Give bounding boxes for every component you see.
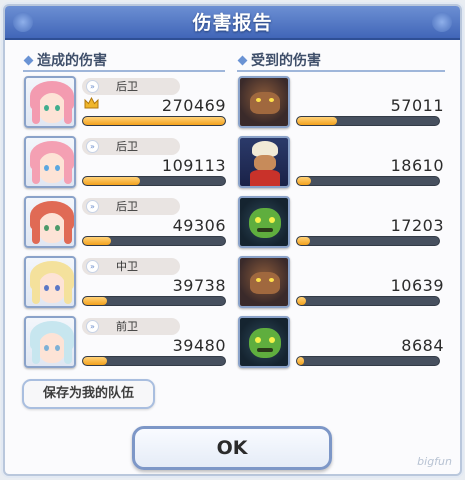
- dealt-damage-label: 造成的伤害: [37, 53, 107, 69]
- damage-bar: [296, 296, 440, 306]
- damage-bar-fill: [297, 237, 310, 245]
- enemy-portrait[interactable]: [238, 76, 290, 128]
- damage-bar-fill: [297, 357, 305, 365]
- received-damage-label: 受到的伤害: [251, 53, 321, 69]
- received-row-5: 8684: [238, 316, 446, 370]
- dialog-title: 伤害报告: [5, 6, 460, 40]
- received-row-1: 57011: [238, 76, 446, 130]
- damage-bar: [82, 176, 226, 186]
- damage-bar: [296, 356, 440, 366]
- role-badge: » 后卫: [82, 78, 180, 95]
- damage-bar-fill: [83, 117, 225, 125]
- damage-bar: [82, 236, 226, 246]
- character-portrait[interactable]: [24, 316, 76, 368]
- damage-report-dialog: 伤害报告 造成的伤害 受到的伤害 » 后卫 270469 » 后卫 109113 »…: [3, 4, 462, 476]
- dealt-row-5: » 前卫 39480: [24, 316, 226, 370]
- damage-bar-fill: [83, 177, 140, 185]
- damage-bar: [82, 116, 226, 126]
- character-portrait[interactable]: [24, 76, 76, 128]
- role-label: 后卫: [116, 80, 138, 93]
- enemy-portrait[interactable]: [238, 256, 290, 308]
- diamond-icon: [237, 55, 248, 65]
- damage-value: 10639: [390, 276, 444, 295]
- damage-bar: [296, 176, 440, 186]
- dealt-row-2: » 后卫 109113: [24, 136, 226, 190]
- enemy-portrait[interactable]: [238, 316, 290, 368]
- received-row-2: 18610: [238, 136, 446, 190]
- chevron-icon: »: [86, 320, 99, 333]
- damage-value: 17203: [390, 216, 444, 235]
- damage-bar-fill: [83, 357, 108, 365]
- chevron-icon: »: [86, 140, 99, 153]
- damage-value: 39738: [172, 276, 226, 295]
- role-badge: » 后卫: [82, 198, 180, 215]
- damage-bar-fill: [297, 117, 337, 125]
- role-badge: » 中卫: [82, 258, 180, 275]
- damage-value: 109113: [161, 156, 226, 175]
- received-row-3: 17203: [238, 196, 446, 250]
- received-row-4: 10639: [238, 256, 446, 310]
- character-portrait[interactable]: [24, 196, 76, 248]
- character-portrait[interactable]: [24, 136, 76, 188]
- crown-icon: [84, 97, 99, 109]
- damage-bar-fill: [83, 297, 108, 305]
- diamond-icon: [23, 55, 34, 65]
- damage-bar: [296, 236, 440, 246]
- chevron-icon: »: [86, 260, 99, 273]
- received-damage-header: 受到的伤害: [237, 50, 445, 72]
- dealt-row-4: » 中卫 39738: [24, 256, 226, 310]
- dealt-row-1: » 后卫 270469: [24, 76, 226, 130]
- role-label: 后卫: [116, 140, 138, 153]
- damage-bar: [82, 296, 226, 306]
- enemy-portrait[interactable]: [238, 136, 290, 188]
- dealt-damage-header: 造成的伤害: [23, 50, 225, 72]
- damage-value: 8684: [401, 336, 444, 355]
- damage-value: 49306: [172, 216, 226, 235]
- damage-value: 270469: [161, 96, 226, 115]
- chevron-icon: »: [86, 80, 99, 93]
- save-as-team-button[interactable]: 保存为我的队伍: [22, 379, 155, 409]
- damage-value: 18610: [390, 156, 444, 175]
- damage-bar: [82, 356, 226, 366]
- role-badge: » 后卫: [82, 138, 180, 155]
- watermark-logo: bigfun: [417, 455, 452, 468]
- role-badge: » 前卫: [82, 318, 180, 335]
- dealt-row-3: » 后卫 49306: [24, 196, 226, 250]
- damage-bar: [296, 116, 440, 126]
- chevron-icon: »: [86, 200, 99, 213]
- damage-bar-fill: [297, 297, 306, 305]
- ok-button[interactable]: OK: [132, 426, 332, 470]
- character-portrait[interactable]: [24, 256, 76, 308]
- damage-value: 39480: [172, 336, 226, 355]
- damage-bar-fill: [83, 237, 112, 245]
- role-label: 中卫: [116, 260, 138, 273]
- role-label: 后卫: [116, 200, 138, 213]
- enemy-portrait[interactable]: [238, 196, 290, 248]
- damage-bar-fill: [297, 177, 312, 185]
- role-label: 前卫: [116, 320, 138, 333]
- damage-value: 57011: [390, 96, 444, 115]
